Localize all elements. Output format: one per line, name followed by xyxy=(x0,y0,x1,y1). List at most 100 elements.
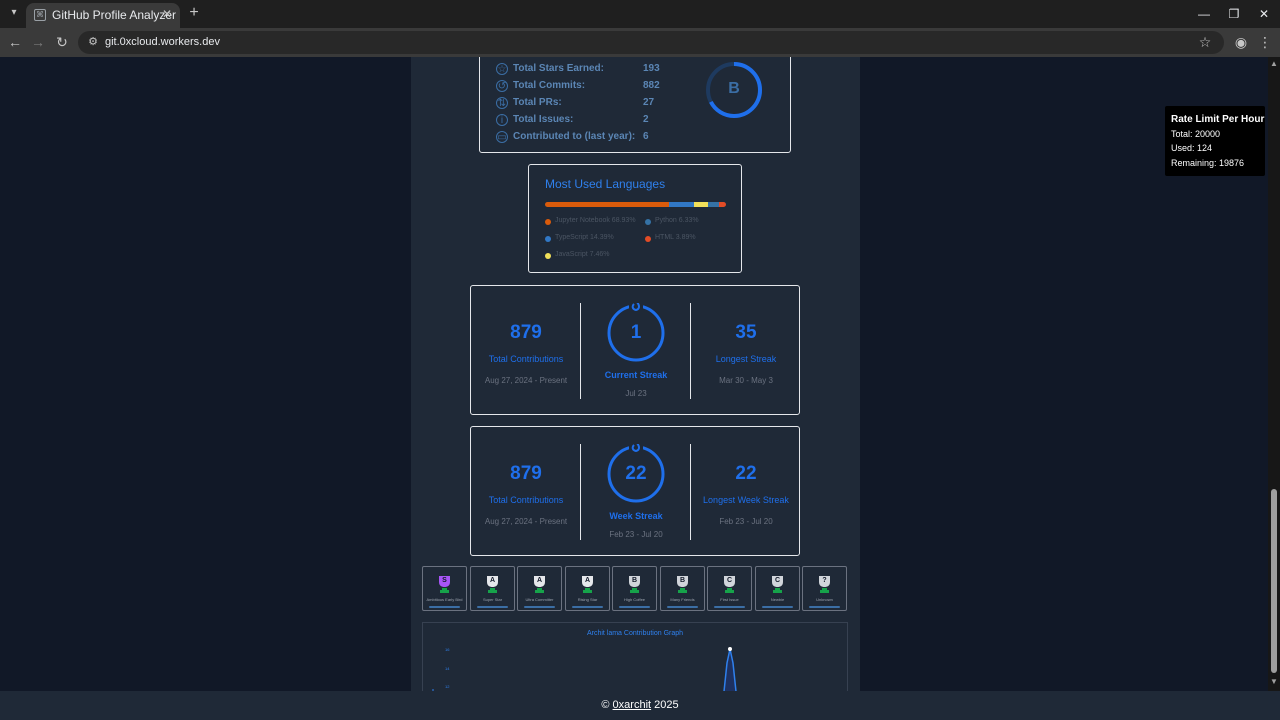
trophy-subtitle: Unknown xyxy=(816,597,833,602)
current-streak-value: 1 xyxy=(630,322,642,343)
trophy-progress-bar xyxy=(429,606,460,608)
trophy-card: First Issue C xyxy=(707,566,752,611)
language-bar-segment xyxy=(545,202,669,207)
current-streak-range: Jul 23 xyxy=(625,389,647,398)
trophy-card: Ultra Committer A xyxy=(517,566,562,611)
total-contributions-label: Total Contributions xyxy=(488,354,564,364)
trophy-rank: A xyxy=(536,577,543,584)
window-close-icon[interactable]: ✕ xyxy=(1254,4,1274,24)
footer-author-link[interactable]: 0xarchit xyxy=(613,699,652,711)
omnibox[interactable]: ⚙ git.0xcloud.workers.dev ☆ xyxy=(78,31,1224,54)
rate-limit-box: Rate Limit Per Hour Total: 20000 Used: 1… xyxy=(1165,106,1265,176)
trophy-rank: C xyxy=(774,577,781,584)
trophy-progress-bar xyxy=(619,606,650,608)
total-contributions-range: Aug 27, 2024 - Present xyxy=(484,517,568,526)
favicon-icon: ⌘ xyxy=(34,9,46,21)
trophy-progress-bar xyxy=(809,606,840,608)
streak-divider xyxy=(580,444,581,540)
minimize-icon[interactable]: — xyxy=(1194,4,1214,24)
rate-limit-used: Used: 124 xyxy=(1171,143,1213,153)
languages-bar xyxy=(545,202,726,207)
footer-text: © 0xarchit 2025 xyxy=(0,699,1280,711)
forward-icon[interactable]: → xyxy=(29,33,47,51)
total-contributions-value: 879 xyxy=(510,322,542,343)
trophy-card: Super Star A xyxy=(470,566,515,611)
menu-icon[interactable]: ⋮ xyxy=(1256,33,1274,51)
trophy-card: Ambitious Early Bird S xyxy=(422,566,467,611)
page-scrollbar[interactable]: ▲ ▼ xyxy=(1268,57,1280,691)
site-info-icon[interactable]: ⚙ xyxy=(86,35,100,49)
trophy-subtitle: High Coffee xyxy=(623,597,646,602)
history-icon: ↺ xyxy=(496,80,508,92)
language-dot xyxy=(545,253,551,259)
profile-icon[interactable]: ◉ xyxy=(1232,33,1250,51)
total-contributions-range: Aug 27, 2024 - Present xyxy=(484,376,568,385)
stat-value: 27 xyxy=(643,97,655,108)
language-bar-segment xyxy=(719,202,726,207)
stat-row-commits: ↺ Total Commits: 882 xyxy=(496,80,696,94)
language-dot xyxy=(645,236,651,242)
longest-streak-value: 35 xyxy=(735,322,757,343)
trophy-card: Many Friends B xyxy=(660,566,705,611)
rank-ring: B xyxy=(704,60,764,120)
stat-label: Total PRs: xyxy=(513,97,562,108)
stat-value: 2 xyxy=(643,114,649,125)
trophy-progress-bar xyxy=(714,606,745,608)
tab-close-icon[interactable]: ✕ xyxy=(160,7,174,21)
new-tab-icon[interactable]: + xyxy=(186,5,202,21)
longest-week-streak-value: 22 xyxy=(735,463,757,484)
reload-icon[interactable]: ↻ xyxy=(53,33,71,51)
stat-label: Total Stars Earned: xyxy=(513,63,604,74)
issue-icon: i xyxy=(496,114,508,126)
trophy-progress-bar xyxy=(477,606,508,608)
restore-icon[interactable]: ❐ xyxy=(1224,4,1244,24)
trophy-rank: ? xyxy=(822,577,827,584)
language-label: Python 6.33% xyxy=(655,217,699,224)
language-dot xyxy=(645,219,651,225)
trophy-subtitle: Many Friends xyxy=(670,597,695,602)
trophy-subtitle: Rising Star xyxy=(577,597,598,602)
tab-title: GitHub Profile Analyzer xyxy=(52,8,177,22)
trophy-rank: S xyxy=(442,577,447,584)
week-streak-value: 22 xyxy=(625,463,647,484)
stat-label: Total Commits: xyxy=(513,80,586,91)
trophy-progress-bar xyxy=(762,606,793,608)
stat-value: 882 xyxy=(643,80,660,91)
trophy-rank: B xyxy=(631,577,638,584)
streak-divider xyxy=(580,303,581,399)
rate-limit-remaining: Remaining: 19876 xyxy=(1171,158,1245,168)
longest-streak-label: Longest Streak xyxy=(715,354,777,364)
bookmark-star-icon[interactable]: ☆ xyxy=(1196,33,1214,51)
url-text[interactable]: git.0xcloud.workers.dev xyxy=(105,36,220,48)
contribution-graph-card: Archit lama Contribution Graph 16 14 12 xyxy=(422,622,848,691)
trophy-rank: A xyxy=(489,577,496,584)
trophy-card: High Coffee B xyxy=(612,566,657,611)
trophy-card: Newbie C xyxy=(755,566,800,611)
weekly-streak-card: 879 Total Contributions Aug 27, 2024 - P… xyxy=(470,426,800,556)
scroll-thumb[interactable] xyxy=(1271,489,1277,673)
stat-row-stars: ☆ Total Stars Earned: 193 xyxy=(496,63,696,77)
trophy-rank: A xyxy=(584,577,591,584)
back-icon[interactable]: ← xyxy=(6,33,24,51)
pull-request-icon: ⇅ xyxy=(496,97,508,109)
tab-search-icon[interactable]: ▾ xyxy=(6,5,22,21)
total-contributions-label: Total Contributions xyxy=(488,495,564,505)
trophy-rank: B xyxy=(679,577,686,584)
browser-tab[interactable]: ⌘ GitHub Profile Analyzer ✕ xyxy=(26,3,180,28)
trophy-subtitle: Super Star xyxy=(482,597,503,602)
stat-row-issues: i Total Issues: 2 xyxy=(496,114,696,128)
address-bar: ← → ↻ ⚙ git.0xcloud.workers.dev ☆ ◉ ⋮ xyxy=(0,28,1280,57)
graph-plot xyxy=(432,647,737,691)
total-contributions-value: 879 xyxy=(510,463,542,484)
longest-week-streak-range: Feb 23 - Jul 20 xyxy=(719,517,773,526)
scroll-down-icon[interactable]: ▼ xyxy=(1268,677,1280,689)
language-bar-segment xyxy=(707,202,720,207)
graph-peak-point xyxy=(728,647,732,651)
browser-tab-bar: ▾ ⌘ GitHub Profile Analyzer ✕ + — ❐ ✕ xyxy=(0,0,1280,28)
language-label: JavaScript 7.46% xyxy=(555,251,610,258)
scroll-up-icon[interactable]: ▲ xyxy=(1268,59,1280,71)
language-label: HTML 3.89% xyxy=(655,234,696,241)
stat-value: 193 xyxy=(643,63,660,74)
rate-limit-title: Rate Limit Per Hour xyxy=(1171,114,1265,125)
trophy-subtitle: Ambitious Early Bird xyxy=(426,597,463,602)
